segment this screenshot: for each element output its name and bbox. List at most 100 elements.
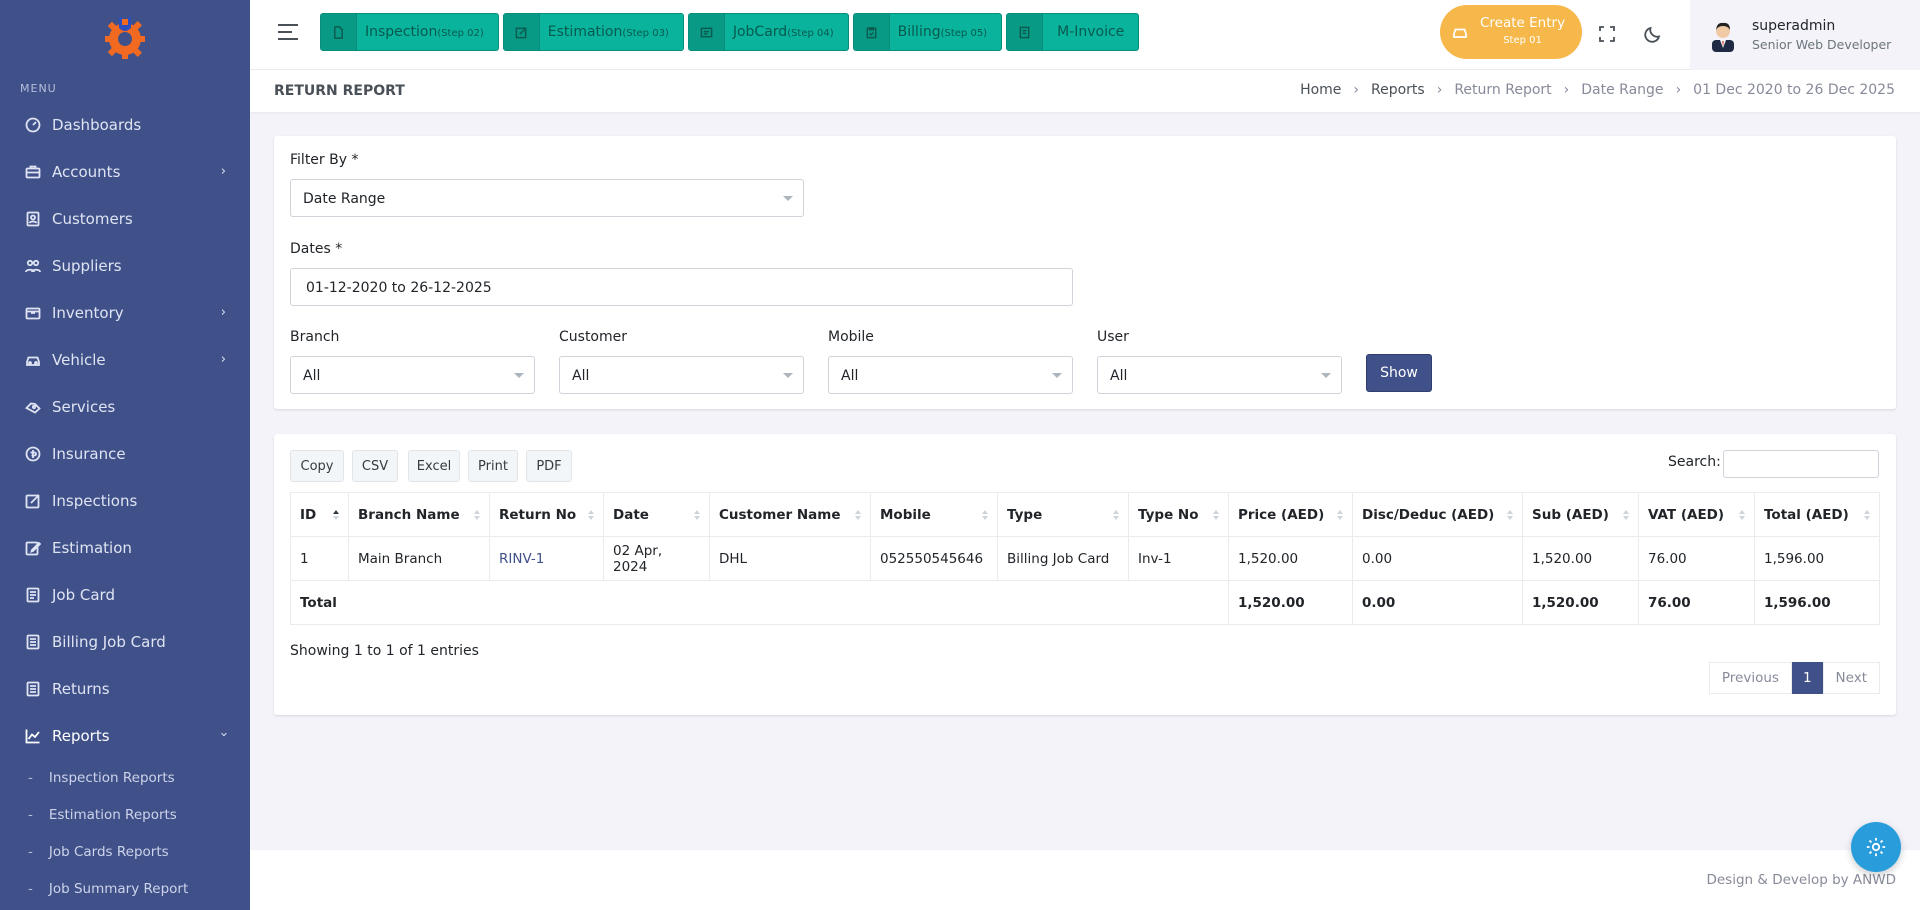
table-header-row: ID Branch Name Return No Date Customer N… [290, 492, 1880, 537]
dropdown-arrow-icon [783, 373, 793, 378]
print-button[interactable]: Print [468, 450, 518, 482]
user-profile[interactable]: superadmin Senior Web Developer [1690, 0, 1920, 70]
cell-date: 02 Apr, 2024 [603, 536, 710, 581]
pdf-button[interactable]: PDF [526, 450, 572, 482]
returns-icon [24, 680, 42, 698]
card-icon [688, 14, 725, 50]
step-estimation-button[interactable]: Estimation(Step 03) [502, 13, 684, 51]
sidebar-item-label: Suppliers [52, 256, 122, 275]
create-entry-label: Create Entry [1480, 15, 1566, 31]
sidebar-item-inventory[interactable]: Inventory › [0, 289, 250, 336]
next-page-button[interactable]: Next [1822, 662, 1880, 694]
total-sub: 1,520.00 [1522, 580, 1639, 625]
column-header[interactable]: Customer Name [709, 492, 871, 537]
column-header[interactable]: Type [997, 492, 1129, 537]
invoice-icon [1007, 14, 1044, 50]
dashboard-icon [24, 116, 42, 134]
sidebar-item-dashboards[interactable]: Dashboards [0, 101, 250, 148]
show-button[interactable]: Show [1366, 354, 1432, 392]
sidebar-subitem-label: Job Summary Report [48, 880, 189, 897]
step-label: Estimation [547, 24, 623, 40]
sidebar-item-accounts[interactable]: Accounts › [0, 148, 250, 195]
column-header[interactable]: Sub (AED) [1522, 492, 1639, 537]
column-header[interactable]: Date [603, 492, 710, 537]
settings-gear-button[interactable] [1851, 822, 1901, 872]
sidebar-item-job-card[interactable]: Job Card [0, 571, 250, 618]
column-header[interactable]: Branch Name [348, 492, 490, 537]
step-number: (Step 05) [940, 28, 988, 39]
search-input[interactable] [1723, 450, 1879, 478]
column-header[interactable]: Type No [1128, 492, 1229, 537]
sort-icon [1622, 510, 1630, 522]
mobile-select[interactable]: All [828, 356, 1073, 394]
sidebar-subitem-label: Inspection Reports [48, 769, 175, 786]
sidebar-subitem-job-summary-report[interactable]: - Job Summary Report [0, 870, 250, 907]
sidebar-item-inspections[interactable]: Inspections [0, 477, 250, 524]
branch-select[interactable]: All [290, 356, 535, 394]
page-1-button[interactable]: 1 [1791, 662, 1823, 694]
sidebar-item-label: Accounts [52, 162, 121, 181]
sidebar-item-vehicle[interactable]: Vehicle › [0, 336, 250, 383]
sidebar-subitem-job-cards-reports[interactable]: - Job Cards Reports [0, 833, 250, 870]
mobile-label: Mobile [828, 329, 874, 345]
sort-icon [473, 510, 481, 522]
cell-disc: 0.00 [1352, 536, 1523, 581]
copy-button[interactable]: Copy [290, 450, 344, 482]
breadcrumb-reports[interactable]: Reports [1371, 82, 1425, 98]
jobcard-icon [24, 586, 42, 604]
sidebar-item-label: Billing Job Card [52, 632, 166, 651]
hamburger-menu-icon[interactable] [278, 24, 298, 42]
inventory-icon [24, 304, 42, 322]
fullscreen-icon[interactable] [1597, 24, 1617, 44]
dash-icon: - [28, 843, 33, 860]
sidebar-item-services[interactable]: Services [0, 383, 250, 430]
sidebar: MENU Dashboards Accounts › Customers Sup… [0, 0, 250, 910]
step-jobcard-button[interactable]: JobCard(Step 04) [687, 13, 849, 51]
pagination: Previous 1 Next [1708, 662, 1880, 694]
step-m-invoice-button[interactable]: M-Invoice [1006, 13, 1140, 51]
column-header[interactable]: Mobile [870, 492, 998, 537]
column-header[interactable]: Price (AED) [1228, 492, 1353, 537]
customer-select[interactable]: All [559, 356, 804, 394]
dropdown-arrow-icon [1321, 373, 1331, 378]
dark-mode-moon-icon[interactable] [1643, 24, 1663, 44]
sidebar-item-reports[interactable]: Reports › [0, 712, 250, 759]
user-label: User [1097, 329, 1129, 345]
column-header[interactable]: Return No [489, 492, 604, 537]
breadcrumb-home[interactable]: Home [1300, 82, 1341, 98]
sidebar-subitem-inspection-reports[interactable]: - Inspection Reports [0, 759, 250, 796]
search-label: Search: [1668, 454, 1721, 470]
sort-icon [587, 510, 595, 522]
csv-button[interactable]: CSV [352, 450, 398, 482]
app-logo[interactable] [0, 0, 250, 74]
column-header[interactable]: VAT (AED) [1638, 492, 1755, 537]
sidebar-item-label: Returns [52, 679, 110, 698]
excel-button[interactable]: Excel [408, 450, 460, 482]
chevron-down-icon: › [215, 731, 231, 738]
sidebar-item-returns[interactable]: Returns [0, 665, 250, 712]
column-header[interactable]: Disc/Deduc (AED) [1352, 492, 1523, 537]
total-label: Total [290, 580, 1229, 625]
sidebar-item-billing-job-card[interactable]: Billing Job Card [0, 618, 250, 665]
customer-value: All [572, 368, 590, 384]
step-billing-button[interactable]: Billing(Step 05) [852, 13, 1003, 51]
sidebar-item-suppliers[interactable]: Suppliers [0, 242, 250, 289]
sidebar-item-customers[interactable]: Customers [0, 195, 250, 242]
filter-by-select[interactable]: Date Range [290, 179, 804, 217]
sidebar-item-estimation[interactable]: Estimation [0, 524, 250, 571]
sidebar-item-label: Job Card [52, 585, 115, 604]
cell-return-no-link[interactable]: RINV-1 [489, 536, 604, 581]
user-role: Senior Web Developer [1752, 37, 1892, 52]
column-header[interactable]: ID [290, 492, 349, 537]
user-select[interactable]: All [1097, 356, 1342, 394]
create-entry-button[interactable]: Create Entry Step 01 [1440, 5, 1582, 59]
dates-input[interactable]: 01-12-2020 to 26-12-2025 [290, 268, 1073, 306]
previous-page-button[interactable]: Previous [1708, 662, 1792, 694]
step-number: (Step 04) [787, 28, 834, 39]
step-label: Billing [897, 24, 941, 40]
sidebar-item-insurance[interactable]: Insurance [0, 430, 250, 477]
column-header[interactable]: Total (AED) [1754, 492, 1880, 537]
sidebar-subitem-estimation-reports[interactable]: - Estimation Reports [0, 796, 250, 833]
cell-id: 1 [290, 536, 349, 581]
step-inspection-button[interactable]: Inspection(Step 02) [320, 13, 499, 51]
